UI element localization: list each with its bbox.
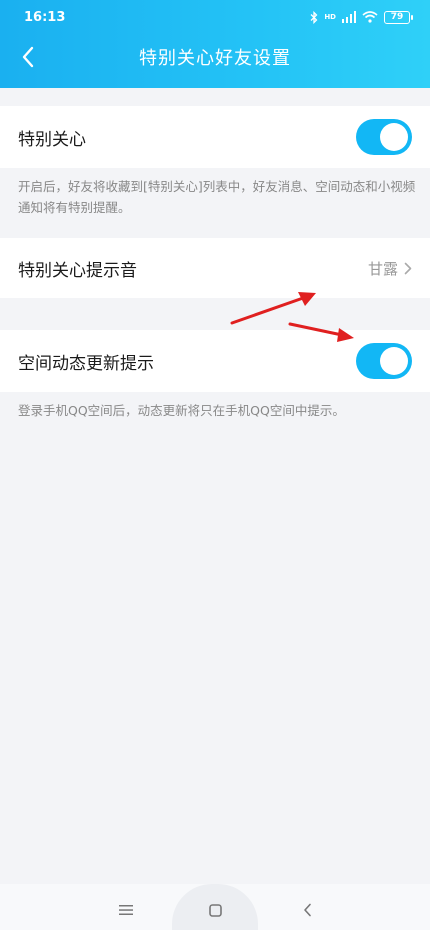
special-care-label: 特别关心 [18,129,86,150]
special-care-description: 开启后，好友将收藏到[特别关心]列表中，好友消息、空间动态和小视频通知将有特别提… [18,179,416,215]
alert-sound-value: 甘露 [367,259,398,278]
battery-icon: 79 [384,10,413,24]
battery-level: 79 [390,12,404,22]
nav-bar: 特别关心好友设置 [0,34,430,80]
alert-sound-label: 特别关心提示音 [18,260,137,281]
qzone-update-toggle[interactable] [356,343,412,379]
menu-button[interactable] [112,896,140,924]
qzone-update-description: 登录手机QQ空间后，动态更新将只在手机QQ空间中提示。 [18,403,345,418]
chevron-right-icon [404,262,412,274]
toggle-knob [380,123,408,151]
qzone-update-row: 空间动态更新提示 [0,330,430,392]
special-care-row: 特别关心 [0,106,430,168]
special-care-toggle[interactable] [356,119,412,155]
page-title: 特别关心好友设置 [139,48,291,69]
home-icon [208,903,222,917]
status-time: 16:13 [24,9,66,25]
header-bar: 16:13 HD 79 特别关心好友设置 [0,0,430,88]
signal-icon [342,11,356,23]
network-label: HD [324,13,336,21]
nav-back-button[interactable] [293,896,321,924]
status-icons: HD 79 [310,10,413,24]
wifi-icon [362,11,378,23]
toggle-knob [380,347,408,375]
status-bar: 16:13 HD 79 [0,0,430,34]
qzone-update-label: 空间动态更新提示 [18,353,154,374]
bluetooth-icon [310,10,318,24]
alert-sound-value-group: 甘露 [368,258,412,279]
nav-back-icon [303,903,311,917]
menu-icon [119,905,133,915]
back-button[interactable] [10,38,46,76]
annotation-arrow-icon [288,322,354,342]
home-button[interactable] [201,896,229,924]
alert-sound-row[interactable]: 特别关心提示音 甘露 [0,238,430,298]
back-icon [22,46,34,68]
